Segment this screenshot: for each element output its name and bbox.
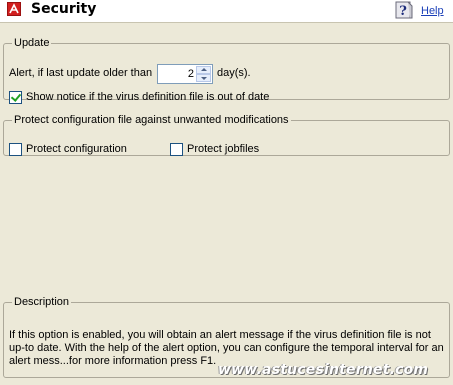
stepper-down-button[interactable] bbox=[196, 74, 211, 82]
days-value[interactable]: 2 bbox=[188, 68, 194, 80]
protect-jobfiles-label: Protect jobfiles bbox=[187, 143, 260, 155]
days-stepper[interactable]: 2 bbox=[157, 64, 213, 84]
days-stepper-buttons[interactable] bbox=[196, 66, 211, 82]
protect-config-checkbox[interactable] bbox=[9, 143, 22, 156]
arrow-up-icon bbox=[201, 68, 207, 71]
description-legend: Description bbox=[14, 296, 70, 308]
update-group: Update Alert, if last update older than … bbox=[3, 37, 450, 104]
protect-group: Protect configuration file against unwan… bbox=[3, 114, 450, 156]
notice-label: Show notice if the virus definition file… bbox=[26, 91, 270, 103]
avira-logo-icon bbox=[7, 2, 21, 16]
header-bar: Security ? Help bbox=[0, 0, 453, 23]
help-question-icon[interactable]: ? bbox=[394, 0, 414, 20]
arrow-down-icon bbox=[201, 77, 207, 80]
stepper-up-button[interactable] bbox=[196, 66, 211, 74]
help-link[interactable]: Help bbox=[421, 5, 444, 17]
notice-checkbox[interactable] bbox=[9, 91, 22, 104]
protect-legend: Protect configuration file against unwan… bbox=[14, 114, 289, 126]
svg-text:?: ? bbox=[399, 4, 407, 19]
update-legend: Update bbox=[14, 37, 50, 49]
page-title: Security bbox=[31, 1, 97, 17]
alert-label: Alert, if last update older than bbox=[9, 67, 153, 79]
protect-jobfiles-checkbox[interactable] bbox=[170, 143, 183, 156]
watermark-text: www.astucesinternet.com bbox=[218, 362, 429, 378]
days-unit-label: day(s). bbox=[217, 67, 251, 79]
protect-config-label: Protect configuration bbox=[26, 143, 127, 155]
